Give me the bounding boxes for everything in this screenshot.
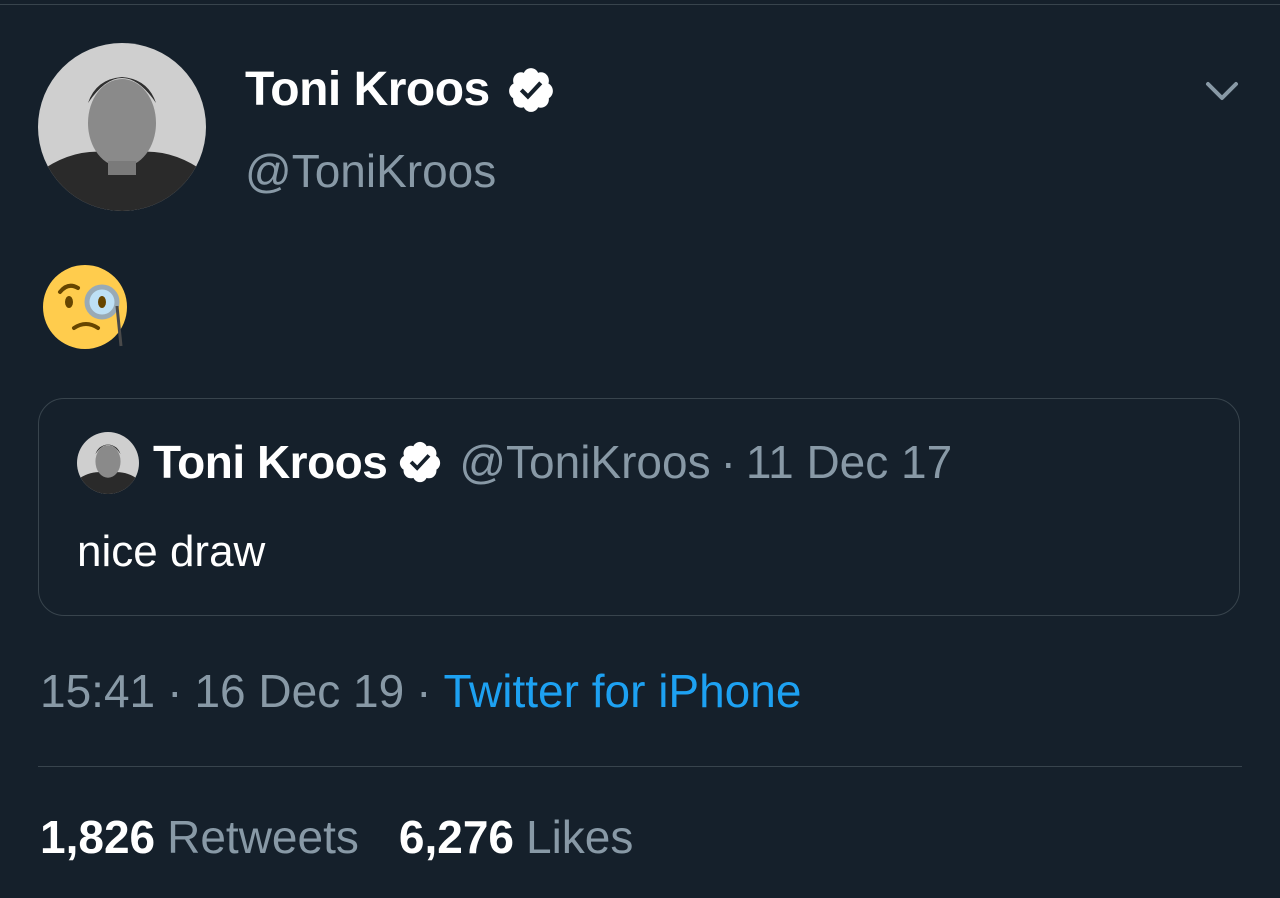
tweet-time: 15:41	[40, 665, 156, 717]
tweet-date: 16 Dec 19	[194, 665, 405, 717]
tweet-meta: 15:41 · 16 Dec 19 · Twitter for iPhone	[40, 664, 801, 718]
stats-divider	[38, 766, 1242, 767]
retweets-stat[interactable]: 1,826 Retweets	[40, 810, 359, 864]
tweet-stats: 1,826 Retweets 6,276 Likes	[40, 810, 633, 864]
likes-label: Likes	[526, 811, 634, 863]
quoted-tweet-header: Toni Kroos @ToniKroos · 11 Dec 17	[153, 435, 952, 489]
author-name-row[interactable]: Toni Kroos	[245, 62, 556, 117]
avatar-photo	[38, 43, 206, 211]
retweets-count: 1,826	[40, 811, 156, 863]
quoted-tweet-date: 11 Dec 17	[745, 436, 953, 488]
quoted-separator: ·	[720, 436, 736, 488]
author-avatar[interactable]	[38, 43, 206, 211]
quoted-author-handle: @ToniKroos	[459, 436, 711, 488]
face-with-monocle-icon	[42, 262, 132, 352]
quoted-avatar-photo	[77, 432, 139, 494]
verified-badge-icon	[506, 65, 556, 115]
chevron-down-icon[interactable]	[1202, 74, 1242, 108]
likes-count: 6,276	[398, 811, 514, 863]
top-divider	[0, 4, 1280, 5]
verified-badge-icon	[397, 439, 443, 485]
quoted-tweet-card[interactable]: Toni Kroos @ToniKroos · 11 Dec 17 nice d…	[38, 398, 1240, 616]
likes-stat[interactable]: 6,276 Likes	[399, 810, 634, 864]
quoted-author-avatar	[77, 432, 139, 494]
retweets-label: Retweets	[167, 811, 359, 863]
author-handle[interactable]: @ToniKroos	[245, 144, 496, 198]
quoted-tweet-text: nice draw	[77, 527, 266, 576]
author-display-name[interactable]: Toni Kroos	[245, 62, 490, 117]
meta-separator: ·	[416, 665, 432, 717]
meta-separator: ·	[167, 665, 183, 717]
tweet-source-link[interactable]: Twitter for iPhone	[443, 665, 801, 717]
quoted-author-name: Toni Kroos	[153, 436, 388, 488]
